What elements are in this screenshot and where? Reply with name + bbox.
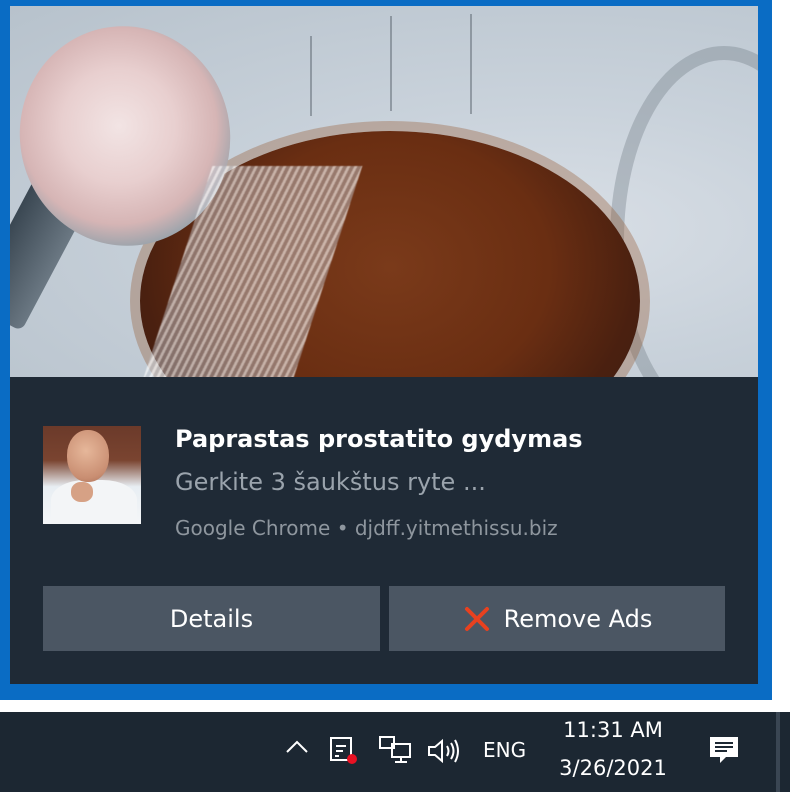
- details-button-label: Details: [169, 604, 254, 633]
- input-language-indicator[interactable]: ENG: [483, 738, 526, 762]
- volume-icon[interactable]: [426, 736, 462, 766]
- ethernet-icon[interactable]: [378, 734, 412, 766]
- clock-time[interactable]: 11:31 AM: [548, 718, 678, 742]
- remove-ads-button-label: Remove Ads: [503, 604, 653, 633]
- notification-app-logo: [43, 426, 141, 524]
- close-icon: [464, 606, 489, 631]
- toast-notification[interactable]: Paprastas prostatito gydymas Gerkite 3 š…: [10, 6, 758, 684]
- show-desktop-button[interactable]: [776, 712, 780, 792]
- chevron-up-icon[interactable]: [284, 734, 310, 760]
- notification-hero-image: [10, 6, 758, 377]
- network-alert-icon[interactable]: [328, 734, 360, 766]
- notification-center-icon[interactable]: [706, 732, 742, 768]
- details-button[interactable]: Details: [43, 586, 380, 651]
- clock-date[interactable]: 3/26/2021: [548, 756, 678, 780]
- taskbar: ENG 11:31 AM 3/26/2021: [0, 712, 790, 792]
- notification-title: Paprastas prostatito gydymas: [175, 425, 583, 453]
- notification-source: Google Chrome • djdff.yitmethissu.biz: [175, 516, 558, 540]
- remove-ads-button[interactable]: Remove Ads: [389, 586, 725, 651]
- notification-body: Gerkite 3 šaukštus ryte ...: [175, 468, 486, 496]
- desktop-edge: [772, 0, 790, 712]
